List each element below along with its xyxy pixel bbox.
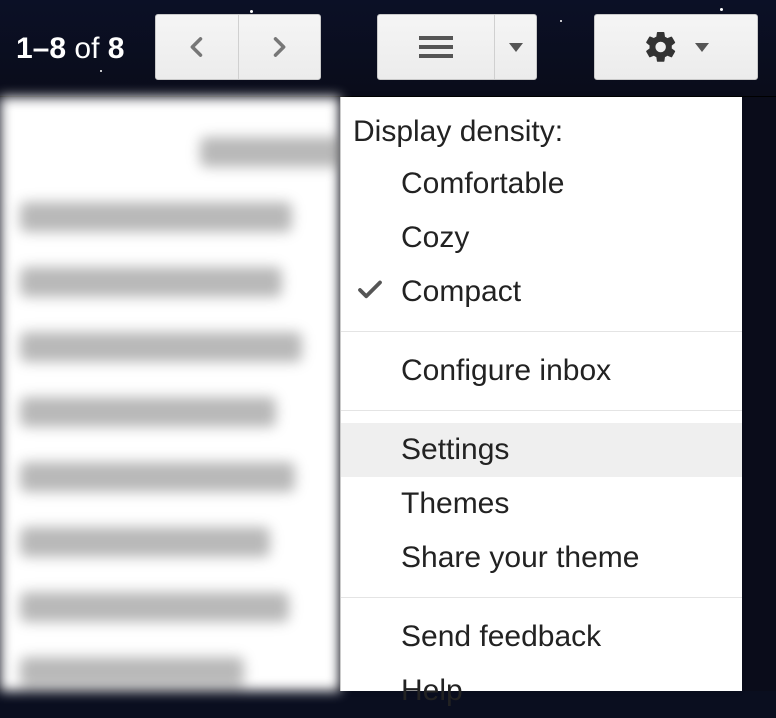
- chevron-right-icon: [265, 33, 293, 61]
- menu-section-header: Display density:: [341, 97, 742, 157]
- menu-separator: [341, 597, 742, 598]
- count-total: 8: [108, 32, 125, 65]
- content-area: Display density: Comfortable Cozy Compac…: [0, 97, 776, 691]
- menu-item-themes[interactable]: Themes: [341, 477, 742, 531]
- menu-item-send-feedback[interactable]: Send feedback: [341, 610, 742, 664]
- blurred-email-list: [0, 97, 340, 691]
- density-option-cozy[interactable]: Cozy: [341, 211, 742, 265]
- check-icon: [355, 275, 385, 305]
- toolbar: 1–8 of 8: [0, 0, 776, 97]
- menu-item-settings[interactable]: Settings: [341, 423, 742, 477]
- density-option-comfortable[interactable]: Comfortable: [341, 157, 742, 211]
- count-range: 1–8: [16, 32, 66, 65]
- split-pane-icon: [419, 36, 453, 58]
- menu-item-configure-inbox[interactable]: Configure inbox: [341, 344, 742, 398]
- menu-item-help[interactable]: Help: [341, 664, 742, 718]
- menu-separator: [341, 410, 742, 411]
- settings-gear-button[interactable]: [594, 14, 758, 80]
- split-pane-dropdown[interactable]: [494, 15, 536, 79]
- menu-item-share-theme[interactable]: Share your theme: [341, 531, 742, 585]
- menu-separator: [341, 331, 742, 332]
- density-option-compact[interactable]: Compact: [341, 265, 742, 319]
- pagination-buttons: [155, 14, 321, 80]
- next-page-button[interactable]: [239, 15, 321, 79]
- pagination-count: 1–8 of 8: [16, 32, 124, 66]
- chevron-left-icon: [183, 33, 211, 61]
- prev-page-button[interactable]: [156, 15, 238, 79]
- settings-dropdown-menu: Display density: Comfortable Cozy Compac…: [340, 97, 742, 691]
- caret-down-icon: [695, 43, 709, 52]
- gear-icon: [643, 29, 679, 65]
- caret-down-icon: [509, 43, 523, 52]
- split-pane-button: [377, 14, 537, 80]
- split-pane-toggle[interactable]: [378, 36, 494, 58]
